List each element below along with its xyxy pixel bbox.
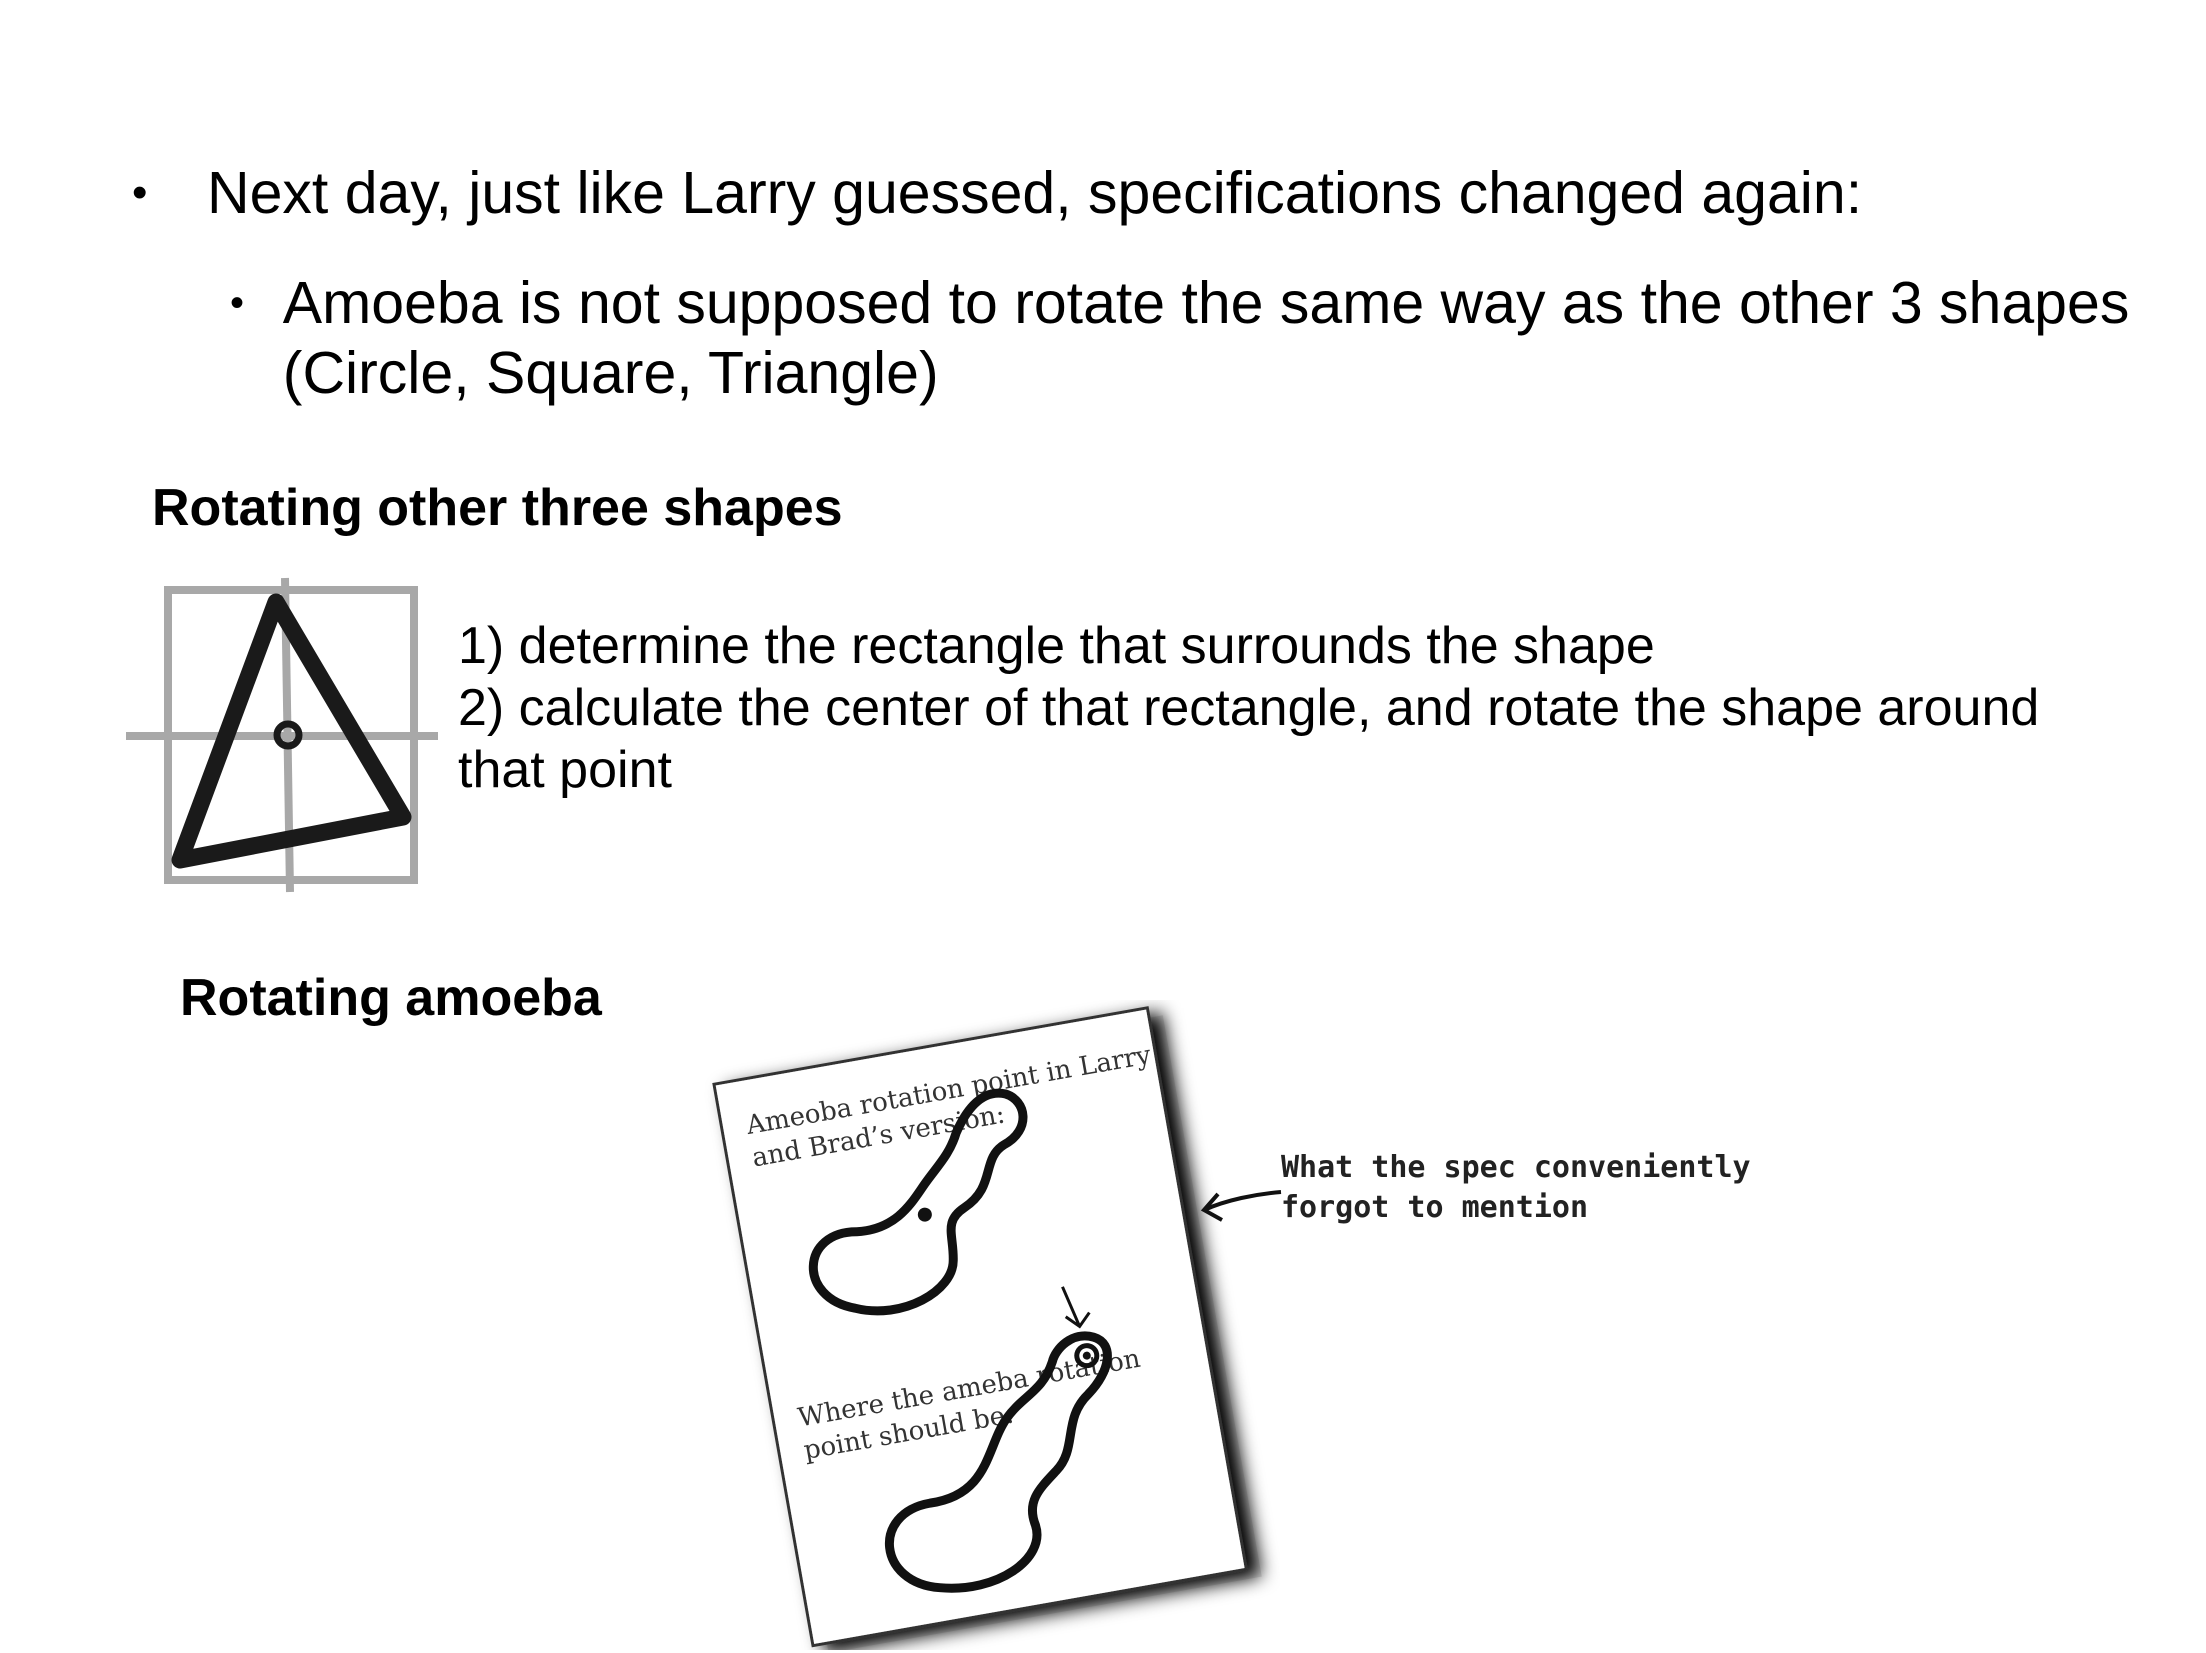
bullet-text: Amoeba is not supposed to rotate the sam… xyxy=(282,270,2130,406)
bullet-glyph: • xyxy=(132,168,148,217)
step-1: 1) determine the rectangle that surround… xyxy=(458,617,1655,675)
spec-note-line-1: What the spec conveniently xyxy=(1281,1150,1751,1185)
step-2-continued: that point xyxy=(458,741,672,799)
section-heading-amoeba: Rotating amoeba xyxy=(180,969,602,1027)
spec-note-line-2: forgot to mention xyxy=(1281,1190,1589,1225)
rotation-steps: 1) determine the rectangle that surround… xyxy=(458,615,2178,801)
triangle-bounding-box-icon xyxy=(126,577,438,893)
bullet-glyph: • xyxy=(230,281,245,325)
bullet-item-2: • Amoeba is not supposed to rotate the s… xyxy=(230,268,2130,408)
amoeba-sketch-card: Ameoba rotation point in Larry and Brad’… xyxy=(712,1006,1262,1650)
section-heading-other-shapes: Rotating other three shapes xyxy=(152,479,843,537)
bullet-text: Next day, just like Larry guessed, speci… xyxy=(207,160,1863,226)
step-2: 2) calculate the center of that rectangl… xyxy=(458,679,2040,737)
bullet-item-1: • Next day, just like Larry guessed, spe… xyxy=(132,158,1862,228)
arrow-left-icon xyxy=(1200,1190,1282,1222)
